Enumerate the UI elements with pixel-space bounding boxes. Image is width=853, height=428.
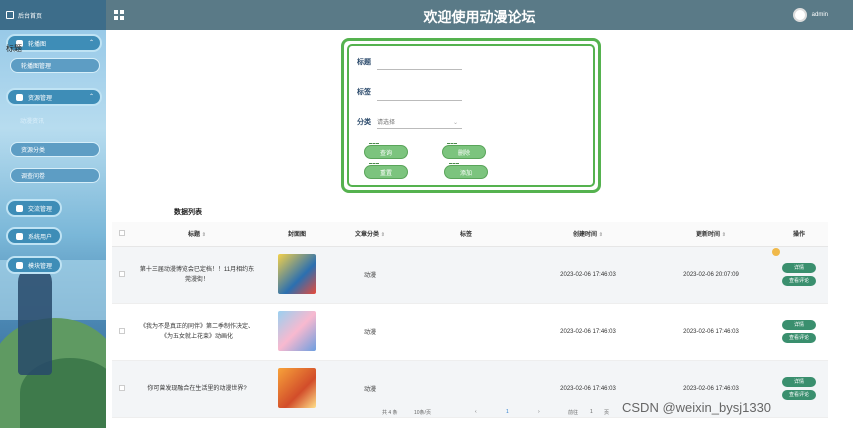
sidebar-menu-label: 模块管理 xyxy=(28,263,53,270)
row-checkbox[interactable] xyxy=(112,360,132,418)
detail-button[interactable]: 详情 xyxy=(782,320,816,330)
pagination: 共 4 条 10条/页 ‹ 1 › 前往 1 页 xyxy=(380,407,620,417)
sidebar-menu-label: 交流管理 xyxy=(28,206,53,213)
row-category: 动漫 xyxy=(332,246,408,304)
cursor-indicator xyxy=(772,248,780,256)
view-comments-button[interactable]: 查看评论 xyxy=(782,276,816,286)
row-created: 2023-02-06 17:46:03 xyxy=(524,303,652,361)
column-header: 标签 xyxy=(408,222,524,247)
detail-button[interactable]: 详情 xyxy=(782,377,816,387)
background-figure xyxy=(18,265,52,375)
top-header: 欢迎使用动漫论坛 admin xyxy=(106,0,853,30)
row-title: 第十三届动漫博览会已定档！！11月相约东莞漫街！ xyxy=(132,246,262,304)
chat-icon xyxy=(16,204,23,212)
select-all-checkbox[interactable] xyxy=(112,222,132,247)
row-actions: 详情 查看评论 xyxy=(770,303,828,361)
pager-goto-label: 前往 xyxy=(568,410,579,416)
tag-label: 标签 xyxy=(357,89,371,96)
row-updated: 2023-02-06 20:07:09 xyxy=(652,246,770,304)
sidebar-menu-resources[interactable]: 资源管理 ⌃ xyxy=(6,88,102,106)
category-select[interactable] xyxy=(377,117,462,129)
column-header: 封面图 xyxy=(262,222,332,247)
chevron-icon: ⌃ xyxy=(88,94,94,100)
sidebar-item-label: 动漫资讯 xyxy=(20,119,45,125)
add-button[interactable]: 添加 xyxy=(444,163,488,179)
column-header: 操作 xyxy=(770,222,828,247)
table-row: 第十三届动漫博览会已定档！！11月相约东莞漫街！ 动漫 2023-02-06 1… xyxy=(112,246,828,304)
stray-label: 标题 xyxy=(6,44,22,53)
sidebar-menu-communication[interactable]: 交流管理 xyxy=(6,199,62,217)
column-header[interactable]: 创建时间 ⇕ xyxy=(524,222,652,247)
row-cover xyxy=(262,246,332,304)
sidebar-item-anime-news[interactable]: 动漫资讯 xyxy=(10,113,100,128)
sidebar-home[interactable]: 后台首页 xyxy=(0,0,106,30)
category-label: 分类 xyxy=(357,119,371,126)
column-header[interactable]: 更新时间 ⇕ xyxy=(652,222,770,247)
table-row: 《我为不是真正的同伴》第二季制作决定、《为五女就上花束》动画化 动漫 2023-… xyxy=(112,303,828,361)
sidebar-item-carousel-manage[interactable]: 轮播图管理 xyxy=(10,58,100,73)
page-title: 欢迎使用动漫论坛 xyxy=(423,9,536,25)
pager-size-select[interactable]: 10条/页 xyxy=(414,409,431,416)
sidebar-menu-label: 轮播图 xyxy=(28,41,47,48)
pager-current[interactable]: 1 xyxy=(506,409,509,415)
username[interactable]: admin xyxy=(812,12,828,18)
sidebar-item-label: 调查问卷 xyxy=(21,174,46,180)
row-actions: 详情 查看评论 xyxy=(770,360,828,418)
sidebar-menu-system-users[interactable]: 系统用户 xyxy=(6,227,62,245)
column-header[interactable]: 文章分类 ⇕ xyxy=(332,222,408,247)
sidebar-menu-modules[interactable]: 模块管理 xyxy=(6,256,62,274)
row-created: 2023-02-06 17:46:03 xyxy=(524,246,652,304)
pager-goto-input[interactable]: 1 xyxy=(590,409,593,415)
grid-icon xyxy=(16,261,23,269)
sidebar-item-survey[interactable]: 调查问卷 xyxy=(10,168,100,183)
view-comments-button[interactable]: 查看评论 xyxy=(782,333,816,343)
cover-image xyxy=(278,367,316,408)
search-panel: 标题 标签 分类 ⌄ 查询 删除 重置 添加 xyxy=(341,38,601,193)
tag-input[interactable] xyxy=(377,89,462,101)
sidebar-item-label: 资源分类 xyxy=(21,148,46,154)
pager-page-suffix: 页 xyxy=(604,410,610,416)
row-tag xyxy=(408,303,524,361)
sidebar-menu-label: 资源管理 xyxy=(28,95,53,102)
list-title: 数据列表 xyxy=(174,209,202,216)
row-updated: 2023-02-06 17:46:03 xyxy=(652,303,770,361)
view-comments-button[interactable]: 查看评论 xyxy=(782,390,816,400)
chevron-down-icon: ⌄ xyxy=(453,120,459,126)
avatar[interactable] xyxy=(793,8,807,22)
column-header[interactable]: 标题 ⇕ xyxy=(132,222,262,247)
next-page-icon[interactable]: › xyxy=(538,409,540,415)
data-table: 标题 ⇕ 封面图 文章分类 ⇕ 标签 创建时间 ⇕ 更新时间 ⇕ 操作 第十三届… xyxy=(112,222,828,418)
title-input[interactable] xyxy=(377,58,462,70)
sidebar-item-resource-category[interactable]: 资源分类 xyxy=(10,142,100,157)
row-cover xyxy=(262,360,332,418)
chevron-icon: ⌃ xyxy=(88,40,94,46)
sidebar-home-label: 后台首页 xyxy=(18,13,43,20)
prev-page-icon[interactable]: ‹ xyxy=(475,409,477,415)
row-checkbox[interactable] xyxy=(112,246,132,304)
row-tag xyxy=(408,246,524,304)
table-header-row: 标题 ⇕ 封面图 文章分类 ⇕ 标签 创建时间 ⇕ 更新时间 ⇕ 操作 xyxy=(112,222,828,247)
title-label: 标题 xyxy=(357,59,371,66)
query-button[interactable]: 查询 xyxy=(364,143,408,159)
cover-image xyxy=(278,310,316,351)
sidebar-menu-label: 系统用户 xyxy=(28,234,53,241)
user-icon xyxy=(16,232,23,240)
row-category: 动漫 xyxy=(332,303,408,361)
home-icon xyxy=(6,11,14,19)
watermark: CSDN @weixin_bysj1330 xyxy=(622,400,772,415)
detail-button[interactable]: 详情 xyxy=(782,263,816,273)
sidebar: 后台首页 轮播图 ⌃ 标题 轮播图管理 资源管理 ⌃ 动漫资讯 资源分类 调查问卷 … xyxy=(0,0,106,428)
reset-button[interactable]: 重置 xyxy=(364,163,408,179)
delete-button[interactable]: 删除 xyxy=(442,143,486,159)
location-icon xyxy=(16,93,23,101)
row-checkbox[interactable] xyxy=(112,303,132,361)
row-cover xyxy=(262,303,332,361)
row-title: 你可曾发现融合在生活里的动漫世界? xyxy=(132,360,262,418)
cover-image xyxy=(278,253,316,294)
row-title: 《我为不是真正的同伴》第二季制作决定、《为五女就上花束》动画化 xyxy=(132,303,262,361)
sidebar-item-label: 轮播图管理 xyxy=(21,64,52,70)
pager-total: 共 4 条 xyxy=(382,410,398,416)
